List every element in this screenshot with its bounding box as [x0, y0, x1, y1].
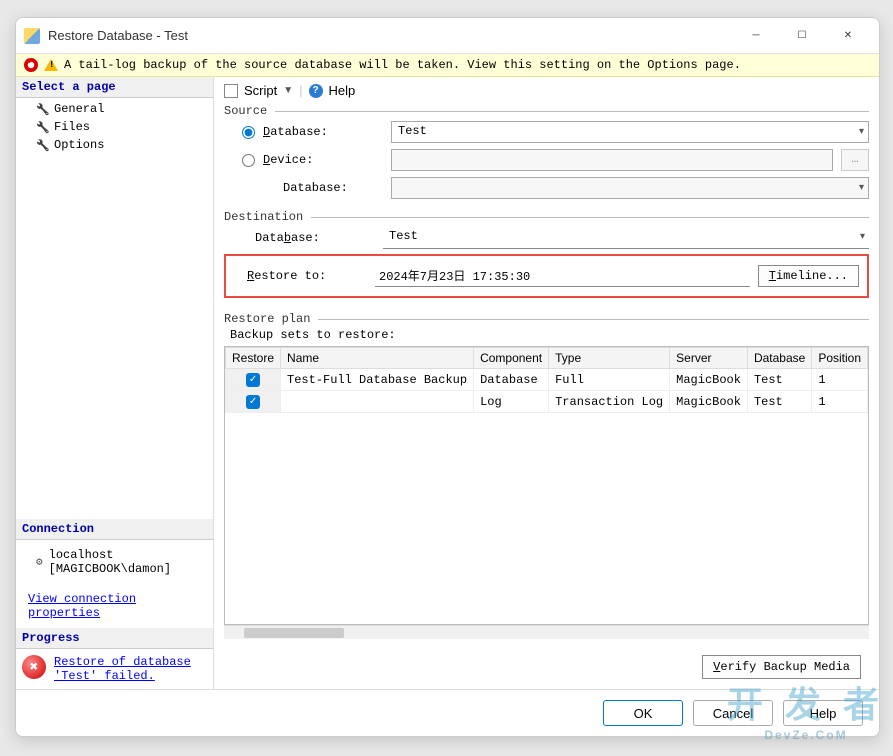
sidebar-item-label: General [54, 102, 104, 116]
restore-database-dialog: Restore Database - Test ─ ☐ ✕ A tail-log… [15, 17, 880, 737]
sidebar-header: Select a page [16, 77, 213, 98]
sidebar-item-label: Files [54, 120, 90, 134]
source-group: Source Database: Test ▾ Device: … [224, 104, 869, 202]
chevron-down-icon: ▾ [860, 231, 865, 243]
help-button[interactable]: Help [783, 700, 863, 726]
restore-to-highlight: Restore to: 2024年7月23日 17:35:30 Timeline… [224, 254, 869, 298]
dialog-body: Select a page General Files Options Conn… [16, 77, 879, 689]
error-large-icon: ✖ [22, 655, 46, 679]
source-database-label: atabase: [270, 125, 328, 139]
destination-database-row: Database: Test ▾ [224, 224, 869, 252]
server-icon [36, 555, 43, 569]
connection-server: localhost [MAGICBOOK\damon] [49, 548, 207, 576]
wrench-icon [36, 121, 48, 133]
warning-text: A tail-log backup of the source database… [64, 58, 741, 72]
restore-plan-group: Restore plan Backup sets to restore: Res… [224, 312, 869, 639]
help-icon: ? [309, 84, 323, 98]
source-device-database-row: Database: ▾ [224, 174, 869, 202]
restore-plan-legend: Restore plan [224, 312, 310, 326]
chevron-down-icon: ▾ [859, 182, 864, 194]
source-database-value: Test [398, 124, 427, 138]
table-row[interactable]: ✓ Test-Full Database Backup Database Ful… [226, 369, 870, 391]
source-device-database-label: Database: [283, 181, 348, 195]
progress-text: Restore of database'Test' failed. [54, 655, 191, 683]
toolbar: Script ▼ | ? Help [224, 81, 869, 104]
source-database-row: Database: Test ▾ [224, 118, 869, 146]
source-device-database-combo: ▾ [391, 177, 869, 199]
source-database-combo[interactable]: Test ▾ [391, 121, 869, 143]
connection-header: Connection [16, 519, 213, 540]
col-component[interactable]: Component [474, 348, 549, 369]
source-device-radio[interactable] [242, 154, 255, 167]
sidebar: Select a page General Files Options Conn… [16, 77, 214, 689]
destination-group: Destination Database: Test ▾ Restore to:… [224, 210, 869, 304]
restore-to-value: 2024年7月23日 17:35:30 [375, 265, 750, 287]
backup-sets-grid[interactable]: Restore Name Component Type Server Datab… [224, 346, 869, 625]
restore-checkbox[interactable]: ✓ [246, 395, 260, 409]
sidebar-lower: Connection localhost [MAGICBOOK\damon] V… [16, 519, 213, 689]
progress-message-link[interactable]: Restore of database'Test' failed. [54, 655, 191, 683]
table-row[interactable]: ✓ Log Transaction Log MagicBook Test 1 3… [226, 391, 870, 413]
main-panel: Script ▼ | ? Help Source Database: Test … [214, 77, 879, 689]
sidebar-item-options[interactable]: Options [16, 136, 213, 154]
warning-icon [44, 59, 58, 71]
script-icon [224, 84, 238, 98]
maximize-button[interactable]: ☐ [779, 20, 825, 52]
window-title: Restore Database - Test [48, 28, 733, 43]
view-connection-properties-link[interactable]: View connection properties [22, 588, 207, 624]
col-server[interactable]: Server [670, 348, 748, 369]
minimize-button[interactable]: ─ [733, 20, 779, 52]
window-controls: ─ ☐ ✕ [733, 20, 871, 52]
verify-row: Verify Backup Media [224, 647, 869, 679]
source-legend: Source [224, 104, 267, 118]
sidebar-item-files[interactable]: Files [16, 118, 213, 136]
script-dropdown-icon[interactable]: ▼ [283, 85, 293, 96]
chevron-down-icon: ▾ [859, 126, 864, 138]
sidebar-item-label: Options [54, 138, 104, 152]
verify-backup-media-button[interactable]: Verify Backup Media [702, 655, 861, 679]
backup-sets-label: Backup sets to restore: [224, 326, 869, 346]
dialog-footer: OK Cancel Help [16, 689, 879, 736]
timeline-button[interactable]: Timeline... [758, 265, 859, 287]
source-device-row: Device: … [224, 146, 869, 174]
app-icon [24, 28, 40, 44]
col-position[interactable]: Position [812, 348, 868, 369]
col-type[interactable]: Type [549, 348, 670, 369]
help-button[interactable]: Help [329, 83, 356, 98]
destination-database-value: Test [389, 229, 418, 243]
destination-database-combo[interactable]: Test ▾ [383, 227, 869, 249]
source-device-field [391, 149, 833, 171]
col-restore[interactable]: Restore [226, 348, 281, 369]
source-device-label: evice: [270, 153, 313, 167]
horizontal-scrollbar[interactable] [224, 625, 869, 639]
connection-server-row: localhost [MAGICBOOK\damon] [22, 544, 207, 588]
progress-body: ✖ Restore of database'Test' failed. [16, 649, 213, 689]
titlebar: Restore Database - Test ─ ☐ ✕ [16, 18, 879, 54]
cancel-button[interactable]: Cancel [693, 700, 773, 726]
restore-checkbox[interactable]: ✓ [246, 373, 260, 387]
wrench-icon [36, 139, 48, 151]
warning-bar: A tail-log backup of the source database… [16, 54, 879, 77]
ok-button[interactable]: OK [603, 700, 683, 726]
restore-to-row: Restore to: 2024年7月23日 17:35:30 Timeline… [234, 262, 859, 290]
connection-body: localhost [MAGICBOOK\damon] View connect… [16, 540, 213, 628]
col-name[interactable]: Name [281, 348, 474, 369]
wrench-icon [36, 103, 48, 115]
col-first-lsn[interactable]: First LSN [868, 348, 869, 369]
destination-legend: Destination [224, 210, 303, 224]
source-database-radio[interactable] [242, 126, 255, 139]
script-button[interactable]: Script [244, 83, 277, 98]
close-button[interactable]: ✕ [825, 20, 871, 52]
progress-header: Progress [16, 628, 213, 649]
error-icon [24, 58, 38, 72]
browse-device-button[interactable]: … [841, 149, 869, 171]
col-database[interactable]: Database [747, 348, 811, 369]
sidebar-items: General Files Options [16, 98, 213, 156]
sidebar-item-general[interactable]: General [16, 100, 213, 118]
